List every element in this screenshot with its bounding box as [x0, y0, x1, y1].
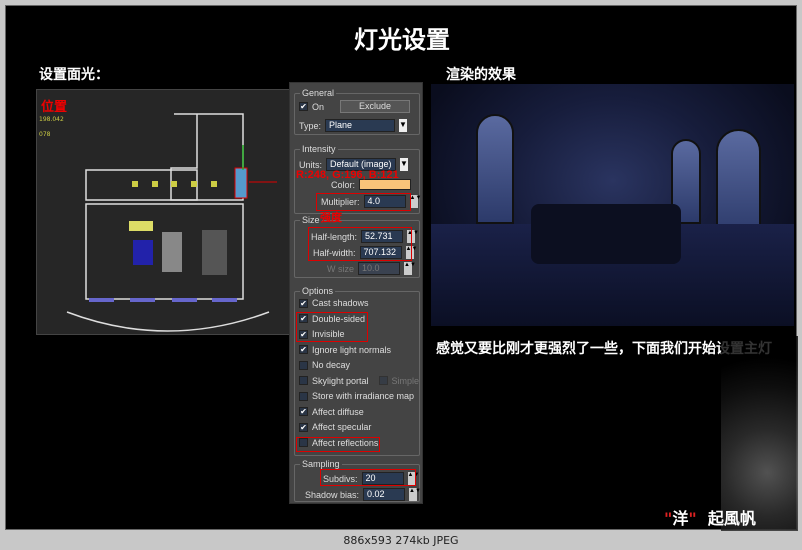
checkbox[interactable]: ✔: [299, 298, 308, 308]
top-viewport: 位置 198.042 078: [36, 89, 291, 335]
highlight-box: [296, 312, 368, 342]
checkbox[interactable]: [299, 391, 308, 401]
page-title: 灯光设置: [354, 26, 450, 54]
floor-plan: [66, 113, 277, 332]
simple-label: Simple: [391, 375, 420, 386]
signature-name: 起風帆: [707, 509, 756, 528]
on-checkbox[interactable]: ✔: [299, 102, 308, 111]
on-label: On: [312, 101, 325, 112]
option-label: Skylight portal: [312, 375, 369, 386]
type-select[interactable]: Plane: [325, 119, 396, 132]
wsize-label: W size: [327, 263, 354, 274]
spinner[interactable]: ▲▼: [409, 488, 421, 501]
floral-ornament: [721, 336, 798, 531]
option-label: No decay: [312, 360, 351, 370]
arched-window: [716, 129, 761, 239]
group-label: Options: [300, 286, 336, 296]
coord-readout: 078: [39, 131, 51, 138]
option-row[interactable]: ✔ Affect specular: [299, 422, 371, 432]
spinner: ▲▼: [404, 262, 416, 275]
checkbox[interactable]: [299, 376, 308, 385]
highlight-box: [320, 469, 416, 486]
wsize-input: 10.0: [358, 262, 400, 275]
type-label: Type:: [299, 120, 322, 131]
group-label: Intensity: [300, 144, 338, 154]
furniture: [531, 204, 681, 264]
exclude-button[interactable]: Exclude: [340, 100, 411, 113]
chevron-down-icon[interactable]: ▼: [399, 119, 408, 132]
slide: 灯光设置 设置面光： 渲染的效果 位置 198.042 078 General …: [5, 5, 798, 531]
checkbox[interactable]: ✔: [299, 345, 308, 354]
option-label: Affect specular: [312, 422, 372, 432]
general-group: General ✔ On Exclude Type: Plane ▼: [294, 88, 420, 135]
status-bar: 886x593 274kb JPEG: [0, 532, 802, 550]
left-heading: 设置面光：: [39, 67, 109, 83]
color-label: Color:: [331, 179, 356, 190]
option-row[interactable]: ✔ Affect diffuse: [299, 407, 364, 417]
signature: "洋" 起風帆: [664, 505, 756, 529]
vray-light-parameters-panel: General ✔ On Exclude Type: Plane ▼ Intensit…: [289, 82, 423, 504]
option-label: Ignore light normals: [312, 344, 392, 355]
option-row[interactable]: Skylight portal Simple: [299, 376, 419, 386]
checkbox[interactable]: [299, 360, 308, 370]
shadow-bias-input[interactable]: 0.02: [363, 488, 406, 501]
highlight-box: [296, 437, 380, 452]
group-label: General: [300, 88, 337, 98]
coord-readout: 198.042: [39, 116, 64, 123]
units-label: Units:: [299, 159, 323, 170]
group-label: Sampling: [300, 459, 342, 469]
checkbox[interactable]: ✔: [299, 407, 308, 416]
rgb-annotation: R:248, G:196, B:121: [296, 169, 399, 181]
position-annotation: 位置: [41, 100, 68, 115]
option-row[interactable]: ✔ Ignore light normals: [299, 345, 391, 355]
option-label: Affect diffuse: [312, 406, 364, 417]
checkbox[interactable]: ✔: [299, 422, 308, 432]
signature-name: 洋: [672, 509, 689, 528]
arched-window: [476, 114, 514, 224]
option-label: Cast shadows: [312, 298, 369, 308]
group-label: Size: [300, 215, 322, 225]
chevron-down-icon[interactable]: ▼: [400, 158, 409, 171]
option-label: Store with irradiance map: [312, 391, 415, 401]
option-row[interactable]: Store with irradiance map: [299, 391, 414, 401]
option-row[interactable]: No decay: [299, 360, 350, 370]
strength-annotation: 强度: [320, 212, 342, 224]
shadow-bias-label: Shadow bias:: [305, 489, 360, 500]
option-row[interactable]: ✔ Cast shadows: [299, 298, 369, 308]
render-result-image: [431, 84, 794, 326]
simple-checkbox: [378, 376, 388, 385]
highlight-box: [308, 227, 412, 261]
quote: ": [688, 509, 697, 528]
right-heading: 渲染的效果: [446, 67, 516, 83]
